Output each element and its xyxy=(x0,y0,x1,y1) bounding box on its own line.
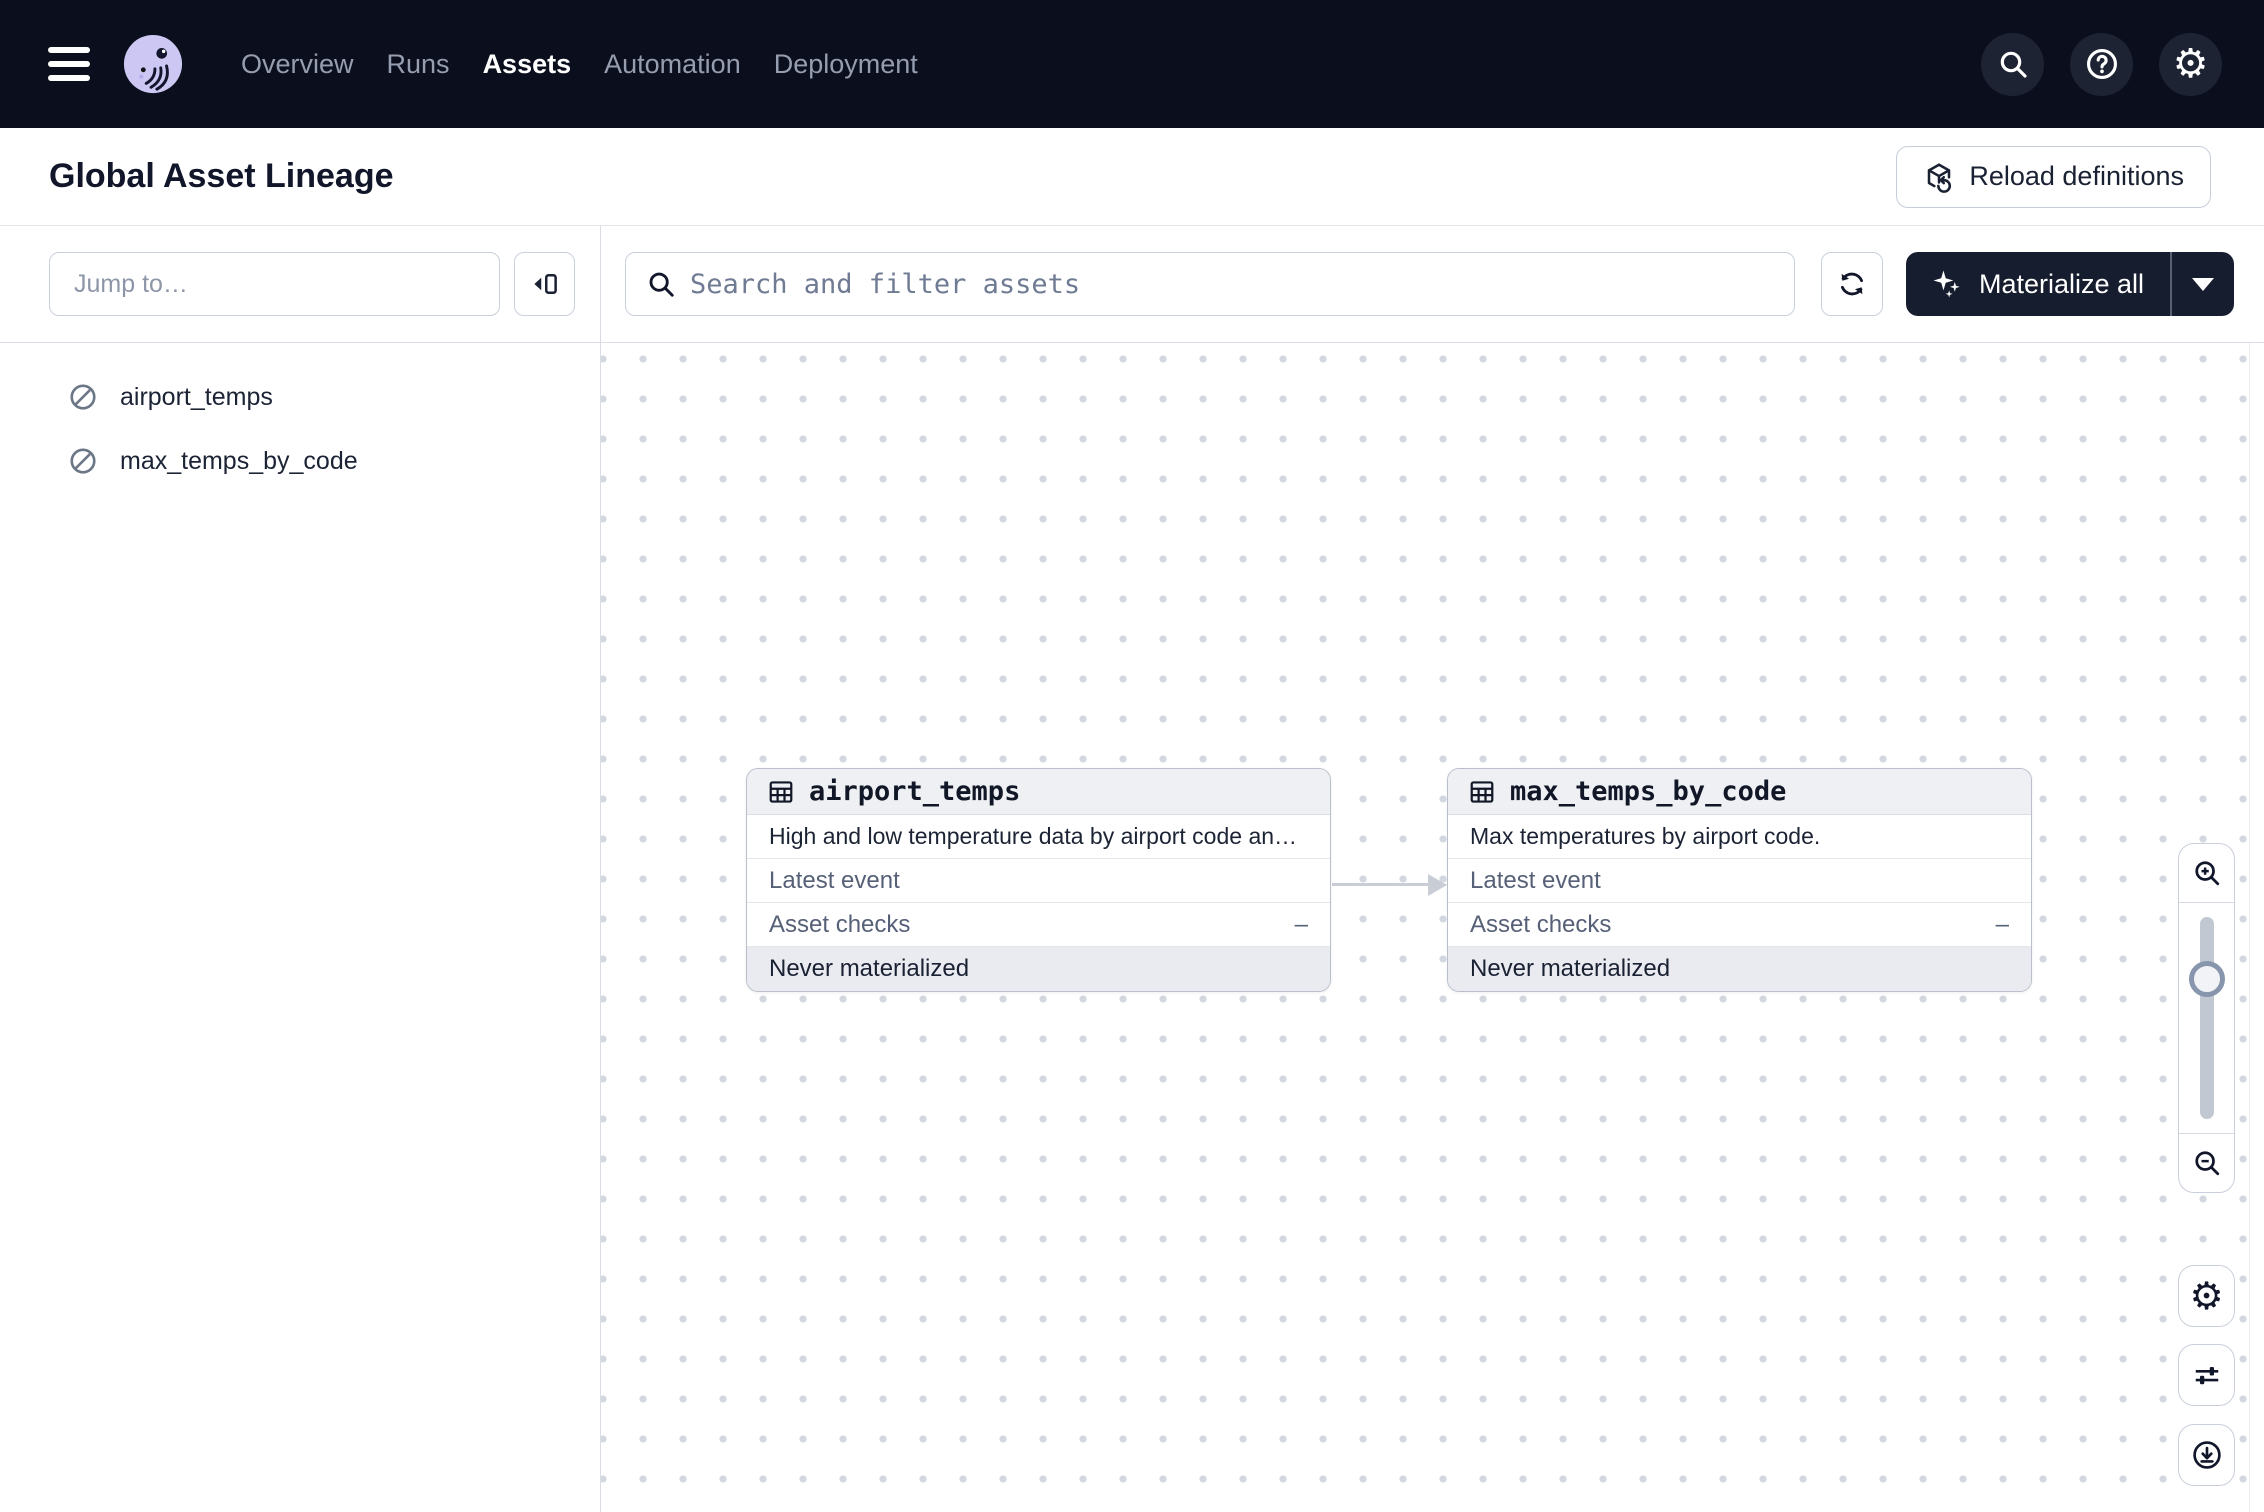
latest-event-row: Latest event xyxy=(747,859,1330,903)
jump-to-input[interactable] xyxy=(49,252,500,316)
asset-node-header[interactable]: max_temps_by_code xyxy=(1448,769,2031,815)
lineage-main: Materialize all xyxy=(601,226,2264,1512)
materialize-all-button[interactable]: Materialize all xyxy=(1906,252,2170,316)
page-header: Global Asset Lineage Reload definitions xyxy=(0,128,2264,226)
content-area: airport_temps max_temps_by_code xyxy=(0,226,2264,1512)
help-button[interactable] xyxy=(2070,33,2133,96)
zoom-slider-track[interactable] xyxy=(2200,917,2214,1119)
materialize-all-split-button: Materialize all xyxy=(1906,252,2234,316)
asset-node-max-temps-by-code[interactable]: max_temps_by_code Max temperatures by ai… xyxy=(1447,768,2032,992)
asset-checks-label: Asset checks xyxy=(1470,911,1611,939)
hamburger-menu-icon[interactable] xyxy=(48,47,90,81)
lineage-graph-canvas[interactable]: airport_temps High and low temperature d… xyxy=(601,343,2264,1512)
asset-list: airport_temps max_temps_by_code xyxy=(0,343,600,493)
nav-item-deployment[interactable]: Deployment xyxy=(774,49,918,80)
materialize-options-dropdown[interactable] xyxy=(2172,252,2234,316)
filters-sliders-icon xyxy=(2192,1360,2222,1390)
download-image-button[interactable] xyxy=(2178,1424,2235,1486)
zoom-in-icon xyxy=(2192,858,2222,888)
asset-node-title: max_temps_by_code xyxy=(1510,776,1786,807)
latest-event-label: Latest event xyxy=(769,867,900,895)
no-status-icon xyxy=(68,446,98,476)
nav-item-overview[interactable]: Overview xyxy=(241,49,354,80)
question-mark-icon xyxy=(2085,47,2119,81)
refresh-button[interactable] xyxy=(1821,252,1883,316)
canvas-right-gutter xyxy=(2249,343,2264,1512)
graph-settings-button[interactable]: ⚙ xyxy=(2178,1265,2235,1327)
asset-checks-label: Asset checks xyxy=(769,911,910,939)
reload-definitions-button[interactable]: Reload definitions xyxy=(1896,146,2211,208)
asset-name: airport_temps xyxy=(120,383,273,412)
asset-description: High and low temperature data by airport… xyxy=(769,823,1308,850)
asset-lineage-sidebar: airport_temps max_temps_by_code xyxy=(0,226,601,1512)
asset-search-box[interactable] xyxy=(625,252,1795,316)
hamburger-bar xyxy=(48,61,90,67)
materialization-status: Never materialized xyxy=(747,947,1330,991)
collapse-sidebar-button[interactable] xyxy=(514,252,575,316)
search-icon xyxy=(646,269,676,299)
zoom-slider-thumb[interactable] xyxy=(2189,961,2225,997)
asset-checks-row: Asset checks – xyxy=(747,903,1330,947)
reload-cube-icon xyxy=(1923,161,1955,193)
sidebar-toolbar xyxy=(0,226,600,343)
download-icon xyxy=(2191,1439,2223,1471)
refresh-icon xyxy=(1836,268,1868,300)
collapse-panel-icon xyxy=(530,269,560,299)
no-status-icon xyxy=(68,382,98,412)
materialize-all-label: Materialize all xyxy=(1979,269,2144,300)
nav-item-runs[interactable]: Runs xyxy=(387,49,450,80)
nav-item-automation[interactable]: Automation xyxy=(604,49,741,80)
zoom-control xyxy=(2178,843,2235,1193)
hamburger-bar xyxy=(48,47,90,53)
chevron-down-icon xyxy=(2192,278,2214,291)
lineage-edge xyxy=(1332,883,1432,886)
lineage-edge-arrowhead xyxy=(1428,874,1447,896)
search-button[interactable] xyxy=(1981,33,2044,96)
asset-checks-row: Asset checks – xyxy=(1448,903,2031,947)
asset-description-row: High and low temperature data by airport… xyxy=(747,815,1330,859)
asset-list-item-max-temps-by-code[interactable]: max_temps_by_code xyxy=(0,429,600,493)
sparkle-icon xyxy=(1930,267,1964,301)
asset-name: max_temps_by_code xyxy=(120,447,358,476)
graph-filters-button[interactable] xyxy=(2178,1344,2235,1406)
page-title: Global Asset Lineage xyxy=(49,157,394,196)
asset-description-row: Max temperatures by airport code. xyxy=(1448,815,2031,859)
latest-event-label: Latest event xyxy=(1470,867,1601,895)
search-icon xyxy=(1997,48,2029,80)
gear-icon: ⚙ xyxy=(2173,44,2209,84)
latest-event-row: Latest event xyxy=(1448,859,2031,903)
asset-node-airport-temps[interactable]: airport_temps High and low temperature d… xyxy=(746,768,1331,992)
hamburger-bar xyxy=(48,75,90,81)
top-navigation-bar: Overview Runs Assets Automation Deployme… xyxy=(0,0,2264,128)
gear-icon: ⚙ xyxy=(2189,1277,2223,1315)
asset-checks-value: – xyxy=(1295,911,1308,939)
zoom-out-icon xyxy=(2192,1148,2222,1178)
reload-definitions-label: Reload definitions xyxy=(1969,161,2184,192)
asset-checks-value: – xyxy=(1996,911,2009,939)
settings-button[interactable]: ⚙ xyxy=(2159,33,2222,96)
graph-toolbar: Materialize all xyxy=(601,226,2264,343)
asset-node-title: airport_temps xyxy=(809,776,1020,807)
dagster-octopus-logo xyxy=(122,33,184,95)
asset-list-item-airport-temps[interactable]: airport_temps xyxy=(0,365,600,429)
nav-item-assets[interactable]: Assets xyxy=(483,49,572,80)
search-assets-input[interactable] xyxy=(690,269,1774,300)
asset-node-header[interactable]: airport_temps xyxy=(747,769,1330,815)
table-icon xyxy=(1468,778,1496,806)
materialization-status: Never materialized xyxy=(1448,947,2031,991)
zoom-slider[interactable] xyxy=(2179,903,2234,1133)
zoom-out-button[interactable] xyxy=(2179,1133,2234,1192)
top-nav-actions: ⚙ xyxy=(1981,33,2222,96)
zoom-in-button[interactable] xyxy=(2179,844,2234,903)
asset-description: Max temperatures by airport code. xyxy=(1470,823,1820,850)
primary-nav-links: Overview Runs Assets Automation Deployme… xyxy=(241,49,918,80)
table-icon xyxy=(767,778,795,806)
